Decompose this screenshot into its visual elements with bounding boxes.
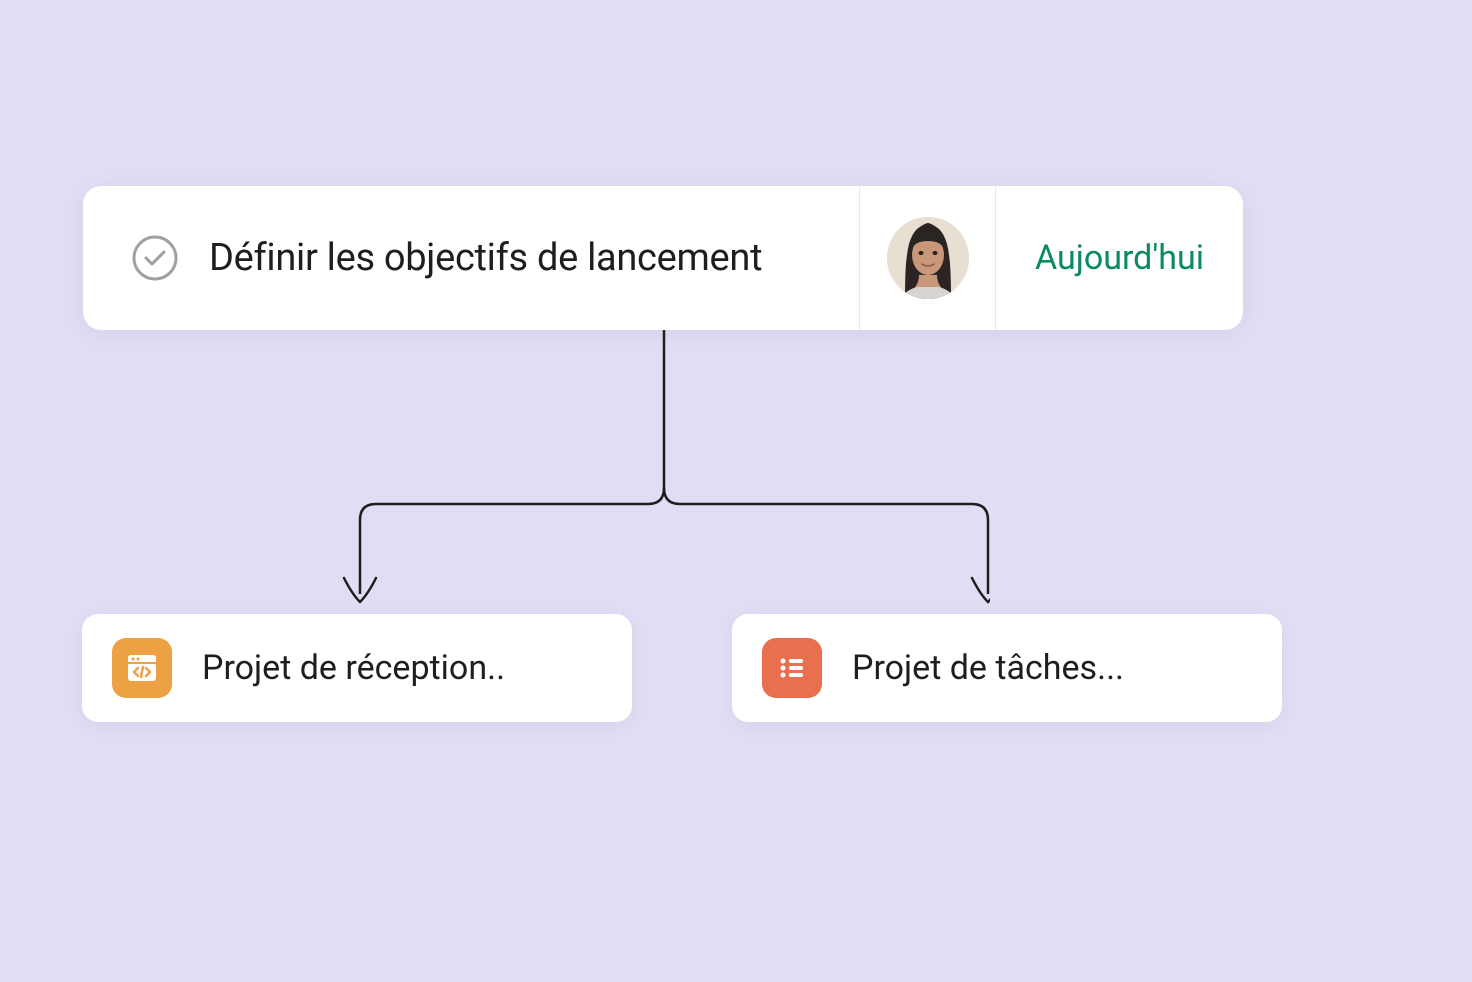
project-label: Projet de réception.. — [202, 648, 505, 688]
task-assignee[interactable] — [859, 186, 995, 330]
task-title: Définir les objectifs de lancement — [209, 236, 762, 280]
check-circle-icon[interactable] — [131, 234, 179, 282]
task-due-date[interactable]: Aujourd'hui — [995, 186, 1243, 330]
due-label: Aujourd'hui — [1035, 238, 1204, 278]
project-card-tasks[interactable]: Projet de tâches... — [732, 614, 1282, 722]
project-label: Projet de tâches... — [852, 648, 1124, 688]
code-window-icon — [112, 638, 172, 698]
project-card-reception[interactable]: Projet de réception.. — [82, 614, 632, 722]
task-card[interactable]: Définir les objectifs de lancement Aujou… — [83, 186, 1243, 330]
connector-lines — [340, 330, 990, 630]
task-main: Définir les objectifs de lancement — [83, 186, 859, 330]
avatar — [887, 217, 969, 299]
list-icon — [762, 638, 822, 698]
